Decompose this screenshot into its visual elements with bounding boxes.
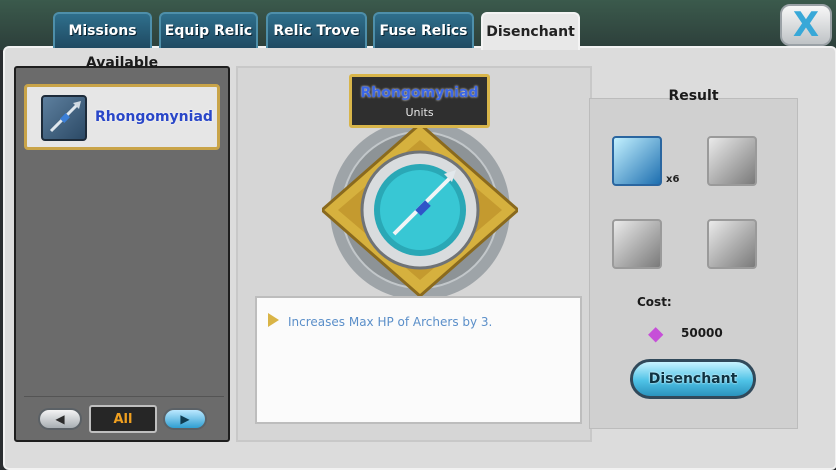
filter-button[interactable]: All xyxy=(89,405,157,433)
prev-page-button[interactable]: ◀ xyxy=(38,408,82,430)
chevron-left-icon: ◀ xyxy=(55,412,65,426)
relic-item-name: Rhongomyniad xyxy=(95,109,213,125)
relic-category: Units xyxy=(405,106,434,119)
tab-disenchant[interactable]: Disenchant xyxy=(481,12,580,50)
gem-icon: ◆ xyxy=(648,321,664,345)
close-button[interactable]: X xyxy=(780,4,832,46)
play-arrow-icon xyxy=(268,313,279,327)
close-icon: X xyxy=(792,5,820,45)
result-quantity: x6 xyxy=(666,174,680,185)
cost-value: 50000 xyxy=(681,326,723,340)
crystal-icon xyxy=(612,219,662,269)
relic-name-plate: Rhongomyniad Units xyxy=(349,74,490,128)
relic-title: Rhongomyniad xyxy=(360,85,479,101)
list-item[interactable]: Rhongomyniad xyxy=(24,84,220,150)
cost-label: Cost: xyxy=(637,295,672,309)
next-page-button[interactable]: ▶ xyxy=(163,408,207,430)
available-label: Available xyxy=(85,55,159,71)
crystal-icon xyxy=(707,136,757,186)
result-label: Result xyxy=(668,88,719,104)
relic-description: Increases Max HP of Archers by 3. xyxy=(288,315,493,329)
tab-fuse-relics[interactable]: Fuse Relics xyxy=(373,12,474,48)
crystal-icon xyxy=(707,219,757,269)
chevron-right-icon: ▶ xyxy=(180,412,190,426)
spear-icon xyxy=(41,95,87,141)
tab-relic-trove[interactable]: Relic Trove xyxy=(266,12,367,48)
tab-missions[interactable]: Missions xyxy=(53,12,152,48)
relic-emblem xyxy=(322,124,518,296)
crystal-icon xyxy=(612,136,662,186)
disenchant-button[interactable]: Disenchant xyxy=(630,359,756,399)
tab-equip-relic[interactable]: Equip Relic xyxy=(159,12,258,48)
